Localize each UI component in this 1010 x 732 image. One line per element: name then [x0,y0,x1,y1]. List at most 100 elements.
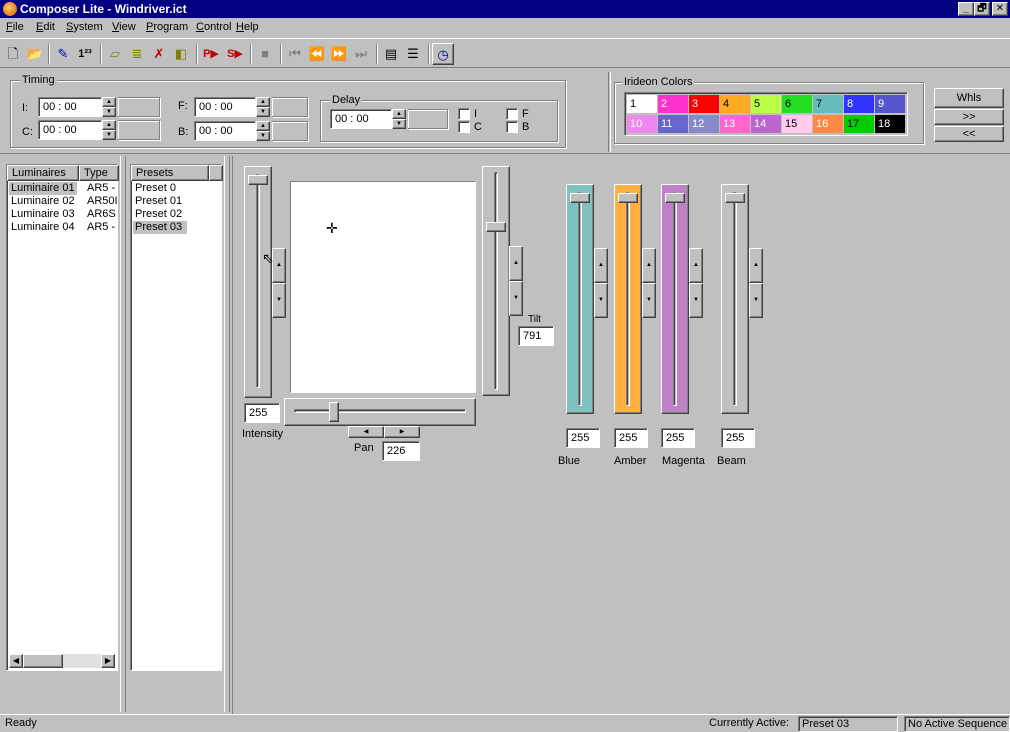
play-preset-icon[interactable]: P▶ [200,43,222,65]
color-swatch[interactable]: 16 [813,115,843,133]
play-sequence-icon[interactable]: S▶ [224,43,246,65]
luminaire-row-type[interactable]: AR5 - [85,221,117,234]
color-swatch[interactable]: 18 [875,115,905,133]
details-view-icon[interactable]: ☰ [402,43,424,65]
menu-help[interactable]: Help [236,21,259,33]
scroll-right-icon[interactable]: ▶ [101,654,115,668]
spin-down-icon[interactable]: ▼ [272,283,286,318]
intensity-spinner[interactable]: ▲ ▼ [272,248,286,318]
color-slider-thumb[interactable] [665,193,685,203]
c-time-field[interactable]: 00 : 00 [38,120,102,140]
color-value-field[interactable]: 255 [614,428,648,448]
timer-icon[interactable]: ◷ [432,43,454,65]
spin-up-icon[interactable]: ▲ [594,248,608,283]
right-splitter[interactable] [224,156,230,712]
luminaire-row-name[interactable]: Luminaire 02 [9,195,77,208]
preset-row[interactable]: Preset 03 [133,221,187,234]
luminaire-row-name[interactable]: Luminaire 03 [9,208,77,221]
preset-edit-icon[interactable]: ◧ [170,43,192,65]
luminaire-row-type[interactable]: AR50I [85,195,117,208]
intensity-thumb[interactable] [248,175,268,185]
color-value-field[interactable]: 255 [566,428,600,448]
presets-extra-header[interactable] [209,165,223,181]
color-value-field[interactable]: 255 [721,428,755,448]
tilt-spinner[interactable]: ▲ ▼ [509,246,523,316]
color-swatch[interactable]: 2 [658,95,688,113]
luminaire-row-type[interactable]: AR5 - [85,182,117,195]
menu-control[interactable]: Control [196,21,231,33]
spin-down-icon[interactable]: ▼ [509,281,523,316]
luminaires-list[interactable]: Luminaires Type Luminaire 01 AR5 - Luminai… [6,164,119,671]
menu-file[interactable]: File [6,21,24,33]
spin-up-icon[interactable]: ▲ [749,248,763,283]
numbering-icon[interactable]: 1²³ [74,43,96,65]
restore-button[interactable]: 🗗 [974,2,990,16]
b-time-field[interactable]: 00 : 00 [194,121,256,141]
color-slider-spinner[interactable]: ▲ ▼ [642,248,656,318]
left-splitter[interactable] [120,156,126,712]
presets-list[interactable]: Presets Preset 0 Preset 01 Preset 02 Preset… [130,164,223,671]
spin-down-icon[interactable]: ▼ [256,131,270,141]
color-swatch[interactable]: 5 [751,95,781,113]
spin-down-icon[interactable]: ▼ [102,130,116,140]
close-button[interactable]: ✕ [992,2,1008,16]
c-time-spinner[interactable]: ▲ ▼ [102,120,116,140]
preset-tool-icon[interactable]: ▱ [104,43,126,65]
spin-up-icon[interactable]: ▲ [392,109,406,119]
pan-value-field[interactable]: 226 [382,441,420,461]
minimize-button[interactable]: _ [958,2,974,16]
spin-up-icon[interactable]: ▲ [102,120,116,130]
color-swatch[interactable]: 15 [782,115,812,133]
color-swatch[interactable]: 10 [627,115,657,133]
spin-down-icon[interactable]: ▼ [749,283,763,318]
luminaire-row-name[interactable]: Luminaire 01 [9,182,77,195]
color-slider-spinner[interactable]: ▲ ▼ [749,248,763,318]
i-time-spinner[interactable]: ▲ ▼ [102,97,116,117]
app-icon[interactable] [3,2,17,16]
preset-row[interactable]: Preset 0 [133,182,207,195]
pan-spinner[interactable]: ◀ ▶ [348,426,420,438]
new-file-icon[interactable]: 🗋 [2,43,24,65]
color-swatch[interactable]: 9 [875,95,905,113]
pan-tilt-pad[interactable] [290,181,476,393]
color-swatch[interactable]: 17 [844,115,874,133]
intensity-value-field[interactable]: 255 [244,403,280,423]
checkbox-c[interactable] [458,121,470,133]
spin-down-icon[interactable]: ▼ [392,119,406,129]
rewind-icon[interactable]: ⏪ [306,43,328,65]
spin-up-icon[interactable]: ▲ [272,248,286,283]
color-swatch[interactable]: 4 [720,95,750,113]
type-column-header[interactable]: Type [79,165,119,181]
b-time-spinner[interactable]: ▲ ▼ [256,121,270,141]
menu-edit[interactable]: Edit [36,21,55,33]
spin-up-icon[interactable]: ▲ [102,97,116,107]
preset-stack-icon[interactable]: ≣ [126,43,148,65]
preset-row[interactable]: Preset 01 [133,195,207,208]
scroll-thumb[interactable] [23,654,63,668]
wheels-button[interactable]: Whls [934,88,1004,108]
checkbox-i[interactable] [458,108,470,120]
luminaire-row-type[interactable]: AR6S [85,208,117,221]
preset-delete-icon[interactable]: ✗ [148,43,170,65]
open-folder-icon[interactable]: 📂 [24,43,46,65]
spin-up-icon[interactable]: ▲ [509,246,523,281]
color-slider-spinner[interactable]: ▲ ▼ [689,248,703,318]
spin-right-icon[interactable]: ▶ [384,426,420,438]
pan-tilt-crosshair-icon[interactable]: ✛ [326,220,338,237]
spin-down-icon[interactable]: ▼ [689,283,703,318]
spin-up-icon[interactable]: ▲ [689,248,703,283]
color-slider-spinner[interactable]: ▲ ▼ [594,248,608,318]
forward-icon[interactable]: ⏩ [328,43,350,65]
prev-colors-button[interactable]: << [934,126,1004,142]
menu-program[interactable]: Program [146,21,188,33]
color-swatch[interactable]: 8 [844,95,874,113]
checkbox-b[interactable] [506,121,518,133]
color-swatch[interactable]: 1 [627,95,657,113]
spin-left-icon[interactable]: ◀ [348,426,384,438]
spin-up-icon[interactable]: ▲ [642,248,656,283]
stop-icon[interactable]: ■ [254,43,276,65]
spin-down-icon[interactable]: ▼ [102,107,116,117]
color-swatch[interactable]: 7 [813,95,843,113]
preset-row[interactable]: Preset 02 [133,208,207,221]
color-slider-thumb[interactable] [570,193,590,203]
